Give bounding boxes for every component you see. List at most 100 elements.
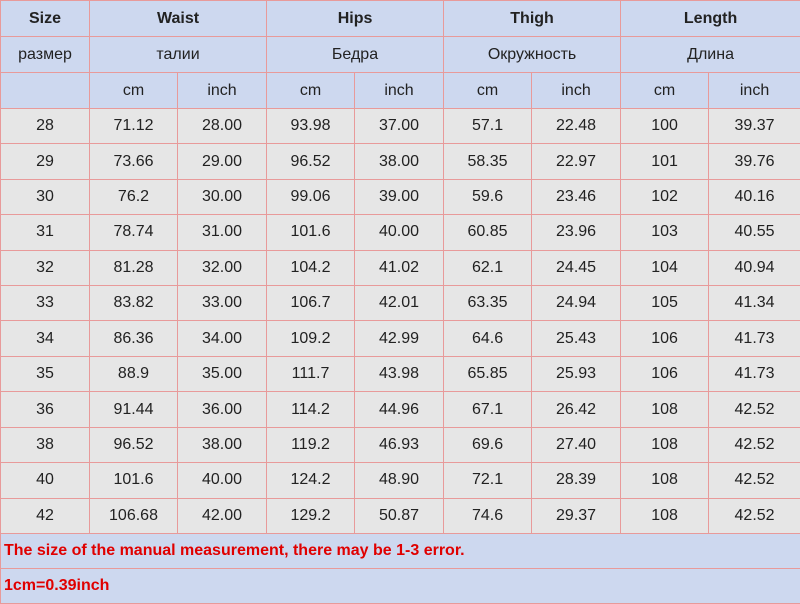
measurement-cell: 71.12 [89,108,178,145]
measurement-cell: 24.94 [531,285,622,322]
subheader-thigh: Окружность [443,36,622,74]
unit-cell: inch [176,72,268,110]
header-length: Length [620,0,800,38]
measurement-cell: 42.52 [708,497,800,534]
measurement-cell: 25.43 [531,320,622,357]
size-cell: 36 [0,391,90,428]
measurement-cell: 22.97 [531,143,622,180]
measurement-cell: 42.01 [354,285,445,322]
measurement-cell: 40.00 [354,214,445,251]
measurement-cell: 25.93 [531,355,622,393]
unit-cell: cm [620,72,710,110]
size-cell: 32 [0,249,90,287]
measurement-cell: 81.28 [89,249,178,287]
measurement-cell: 29.37 [531,497,622,534]
header-row-units: cm inch cm inch cm inch cm inch [0,72,800,110]
measurement-cell: 101.6 [266,214,356,251]
measurement-cell: 38.00 [176,426,268,464]
measurement-cell: 59.6 [443,178,533,216]
measurement-cell: 41.73 [708,320,800,357]
unit-cell: cm [266,72,356,110]
measurement-cell: 64.6 [443,320,533,357]
measurement-cell: 40.16 [708,178,800,216]
table-body: 28 71.12 28.00 93.98 37.00 57.1 22.48 100 39.37 2… [0,108,800,534]
measurement-cell: 33.00 [176,285,268,322]
measurement-cell: 31.00 [176,214,268,251]
table-row: 38 96.52 38.00 119.2 46.93 69.6 27.40 108 42.52 [0,426,800,464]
subheader-size: размер [0,36,90,74]
measurement-cell: 60.85 [443,214,533,251]
header-size: Size [0,0,90,38]
table-row: 33 83.82 33.00 106.7 42.01 63.35 24.94 105 41.34 [0,285,800,322]
measurement-cell: 36.00 [176,391,268,428]
measurement-cell: 58.35 [443,143,533,180]
note-conversion-text: 1cm=0.39inch [0,567,800,604]
note-row-error: The size of the manual measurement, ther… [0,532,800,569]
measurement-cell: 103 [620,214,710,251]
size-cell: 33 [0,285,90,322]
size-cell: 34 [0,320,90,357]
measurement-cell: 42.52 [708,426,800,464]
measurement-cell: 86.36 [89,320,178,357]
unit-cell: inch [708,72,800,110]
measurement-cell: 42.00 [176,497,268,534]
measurement-cell: 102 [620,178,710,216]
measurement-cell: 105 [620,285,710,322]
measurement-cell: 65.85 [443,355,533,393]
measurement-cell: 88.9 [89,355,178,393]
unit-cell: cm [443,72,533,110]
measurement-cell: 41.02 [354,249,445,287]
measurement-cell: 124.2 [266,462,356,499]
measurement-cell: 106 [620,355,710,393]
measurement-cell: 43.98 [354,355,445,393]
measurement-cell: 76.2 [89,178,178,216]
measurement-cell: 101.6 [89,462,178,499]
measurement-cell: 24.45 [531,249,622,287]
measurement-cell: 78.74 [89,214,178,251]
note-error-text: The size of the manual measurement, ther… [0,532,800,569]
table-row: 36 91.44 36.00 114.2 44.96 67.1 26.42 108 42.52 [0,391,800,428]
measurement-cell: 108 [620,497,710,534]
size-cell: 31 [0,214,90,251]
measurement-cell: 129.2 [266,497,356,534]
size-cell: 38 [0,426,90,464]
measurement-cell: 57.1 [443,108,533,145]
size-chart-table: Size Waist Hips Thigh Length размер тали… [0,0,800,604]
header-row-subgroups: размер талии Бедра Окружность Длина [0,36,800,74]
measurement-cell: 101 [620,143,710,180]
measurement-cell: 38.00 [354,143,445,180]
header-row-groups: Size Waist Hips Thigh Length [0,0,800,38]
measurement-cell: 111.7 [266,355,356,393]
table-row: 32 81.28 32.00 104.2 41.02 62.1 24.45 104 40.94 [0,249,800,287]
measurement-cell: 28.00 [176,108,268,145]
measurement-cell: 42.52 [708,391,800,428]
measurement-cell: 30.00 [176,178,268,216]
measurement-cell: 106.7 [266,285,356,322]
size-cell: 28 [0,108,90,145]
unit-cell: cm [89,72,178,110]
measurement-cell: 109.2 [266,320,356,357]
header-thigh: Thigh [443,0,622,38]
measurement-cell: 42.52 [708,462,800,499]
measurement-cell: 108 [620,426,710,464]
measurement-cell: 119.2 [266,426,356,464]
measurement-cell: 83.82 [89,285,178,322]
measurement-cell: 69.6 [443,426,533,464]
measurement-cell: 29.00 [176,143,268,180]
measurement-cell: 96.52 [89,426,178,464]
measurement-cell: 40.00 [176,462,268,499]
measurement-cell: 63.35 [443,285,533,322]
measurement-cell: 106 [620,320,710,357]
measurement-cell: 23.46 [531,178,622,216]
table-row: 35 88.9 35.00 111.7 43.98 65.85 25.93 106 41.73 [0,355,800,393]
measurement-cell: 39.00 [354,178,445,216]
measurement-cell: 73.66 [89,143,178,180]
header-waist: Waist [88,0,268,38]
measurement-cell: 74.6 [443,497,533,534]
measurement-cell: 48.90 [354,462,445,499]
measurement-cell: 40.55 [708,214,800,251]
table-row: 31 78.74 31.00 101.6 40.00 60.85 23.96 103 40.55 [0,214,800,251]
measurement-cell: 108 [620,462,710,499]
measurement-cell: 34.00 [176,320,268,357]
size-cell: 40 [0,462,90,499]
